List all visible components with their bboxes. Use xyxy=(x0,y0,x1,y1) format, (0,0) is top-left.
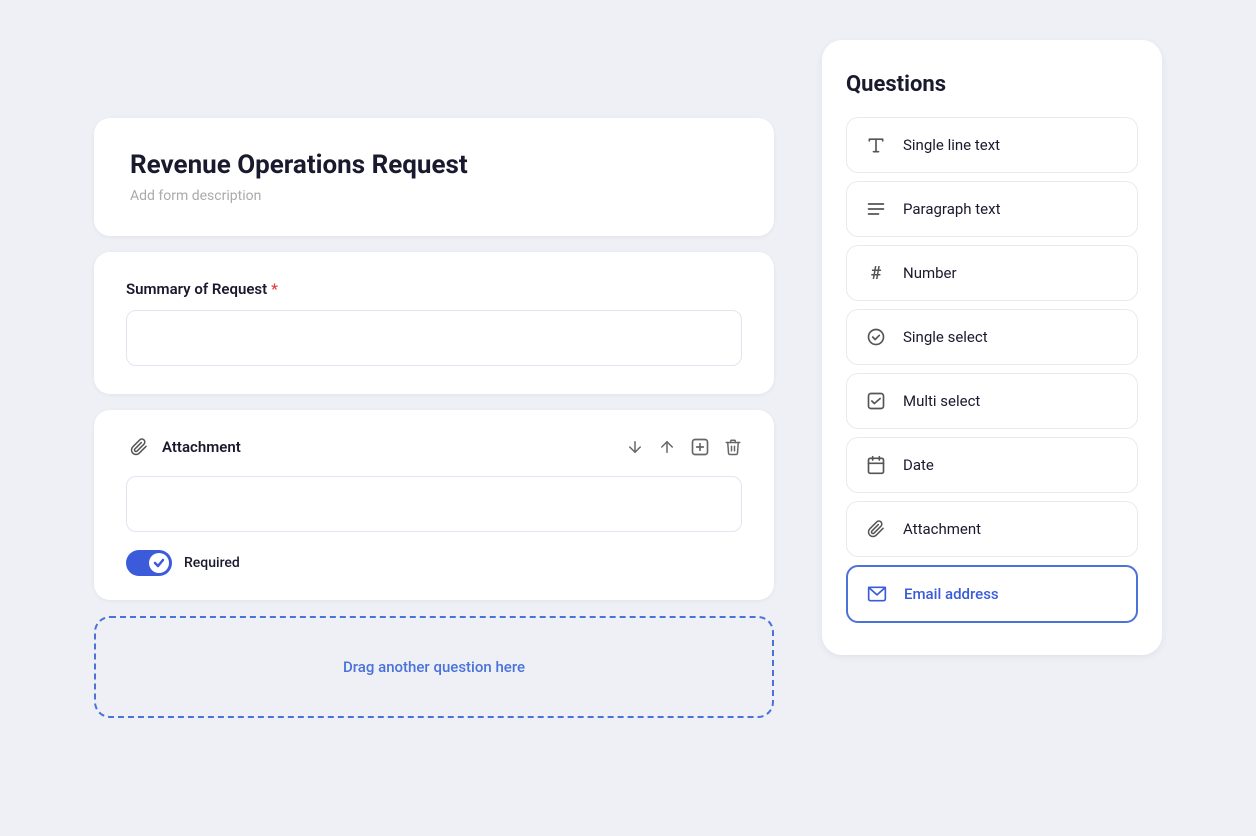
question-label-multi-select: Multi select xyxy=(903,392,980,410)
email-icon xyxy=(864,581,890,607)
drag-zone-text: Drag another question here xyxy=(343,658,525,676)
attachment-title: Attachment xyxy=(162,438,241,456)
paragraph-text-icon xyxy=(863,196,889,222)
question-item-number[interactable]: # Number xyxy=(846,245,1138,301)
right-panel: Questions Single line text Paragraph tex… xyxy=(822,40,1162,655)
question-label-email-address: Email address xyxy=(904,585,999,603)
number-icon: # xyxy=(863,260,889,286)
summary-input[interactable] xyxy=(126,310,742,366)
form-description: Add form description xyxy=(130,188,738,204)
summary-field-card: Summary of Request* xyxy=(94,252,774,394)
date-icon xyxy=(863,452,889,478)
delete-field-button[interactable] xyxy=(724,438,742,456)
single-select-icon xyxy=(863,324,889,350)
form-title: Revenue Operations Request xyxy=(130,150,738,180)
question-item-single-line-text[interactable]: Single line text xyxy=(846,117,1138,173)
left-panel: Revenue Operations Request Add form desc… xyxy=(94,118,774,718)
question-label-date: Date xyxy=(903,456,934,474)
attachment-card: Attachment xyxy=(94,410,774,600)
question-label-single-line-text: Single line text xyxy=(903,136,1000,154)
summary-label: Summary of Request* xyxy=(126,280,742,298)
single-line-text-icon xyxy=(863,132,889,158)
question-item-attachment[interactable]: Attachment xyxy=(846,501,1138,557)
attachment-actions xyxy=(626,437,742,457)
toggle-knob xyxy=(149,553,169,573)
question-item-multi-select[interactable]: Multi select xyxy=(846,373,1138,429)
question-label-attachment: Attachment xyxy=(903,520,981,538)
question-item-single-select[interactable]: Single select xyxy=(846,309,1138,365)
required-row: Required xyxy=(126,550,742,576)
questions-title: Questions xyxy=(846,72,1138,97)
multi-select-icon xyxy=(863,388,889,414)
attachment-title-row: Attachment xyxy=(126,434,241,460)
question-label-number: Number xyxy=(903,264,957,282)
app-container: Revenue Operations Request Add form desc… xyxy=(0,0,1256,836)
question-label-single-select: Single select xyxy=(903,328,988,346)
question-item-paragraph-text[interactable]: Paragraph text xyxy=(846,181,1138,237)
move-up-button[interactable] xyxy=(658,438,676,456)
paperclip-icon xyxy=(126,434,152,460)
question-label-paragraph-text: Paragraph text xyxy=(903,200,1000,218)
move-down-button[interactable] xyxy=(626,438,644,456)
question-item-date[interactable]: Date xyxy=(846,437,1138,493)
form-header-card: Revenue Operations Request Add form desc… xyxy=(94,118,774,236)
add-field-button[interactable] xyxy=(690,437,710,457)
required-star: * xyxy=(271,280,278,298)
question-item-email-address[interactable]: Email address xyxy=(846,565,1138,623)
attachment-header: Attachment xyxy=(126,434,742,460)
drag-zone[interactable]: Drag another question here xyxy=(94,616,774,718)
attachment-icon xyxy=(863,516,889,542)
required-label: Required xyxy=(184,555,240,571)
required-toggle[interactable] xyxy=(126,550,172,576)
attachment-input-box[interactable] xyxy=(126,476,742,532)
